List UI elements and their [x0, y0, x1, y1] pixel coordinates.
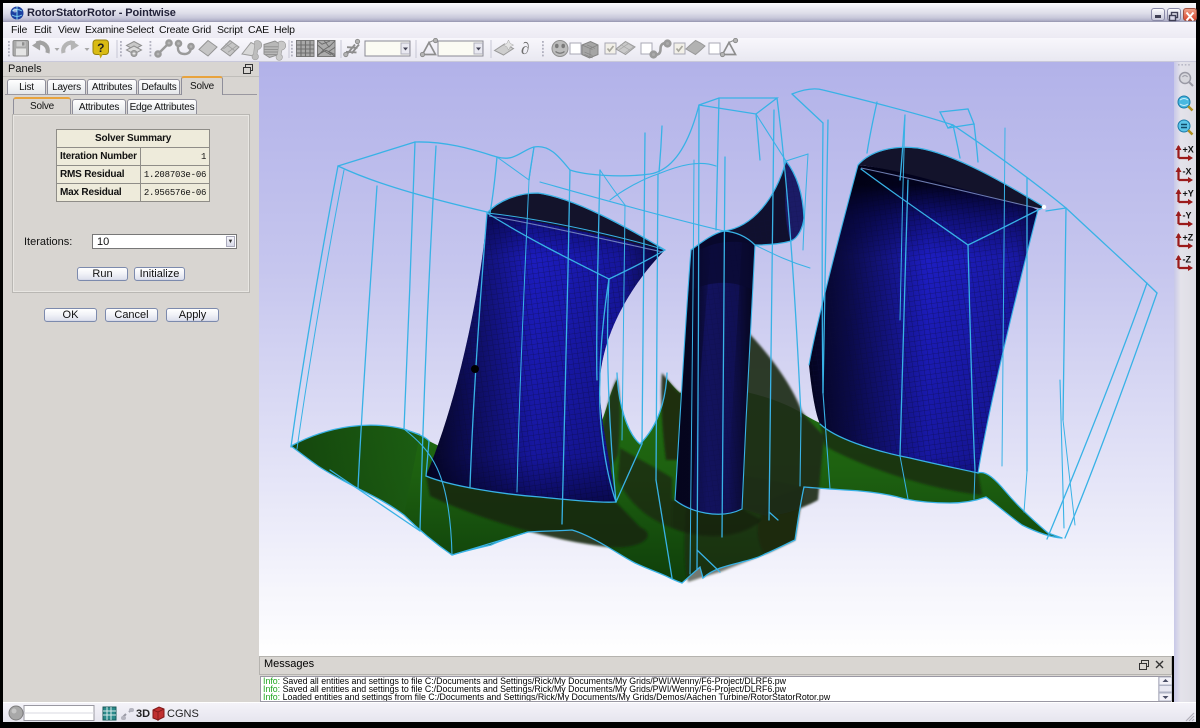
svg-text:+X: +X: [1183, 145, 1194, 155]
svg-text:?: ?: [97, 41, 104, 55]
svg-text:-X: -X: [1183, 167, 1192, 177]
svg-text:+Y: +Y: [1183, 189, 1194, 199]
svg-text:3D: 3D: [136, 708, 150, 720]
svg-text:∂: ∂: [521, 39, 529, 58]
svg-text:CGNS: CGNS: [167, 708, 199, 720]
svg-text:-Z: -Z: [1183, 255, 1192, 265]
svg-text:-Y: -Y: [1183, 211, 1192, 221]
svg-text:+Z: +Z: [1183, 233, 1194, 243]
